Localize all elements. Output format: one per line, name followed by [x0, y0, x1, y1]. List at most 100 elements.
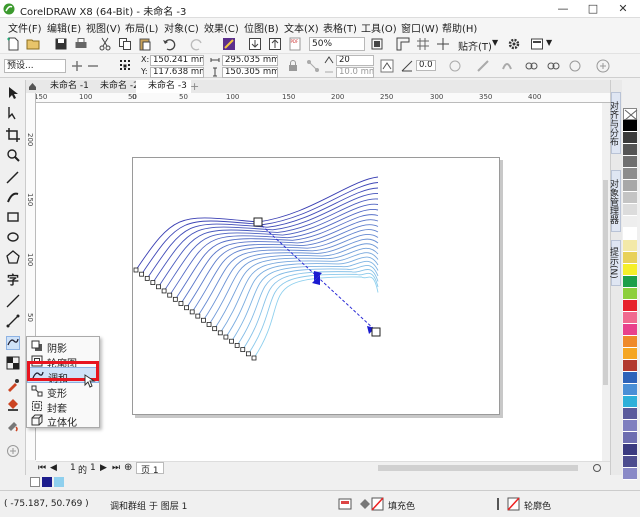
docker-tab-align-distribute[interactable]: 对齐与分布: [608, 92, 621, 154]
tab-document-2[interactable]: 未命名 -2: [88, 80, 143, 93]
remove-preset-icon[interactable]: [86, 59, 100, 73]
palette-color-swatch[interactable]: [623, 372, 637, 384]
add-preset-icon[interactable]: [70, 59, 84, 73]
menu-tools[interactable]: 工具(O): [361, 20, 397, 35]
zoom-level-select[interactable]: 50%: [309, 37, 365, 51]
interactive-fill-tool-icon[interactable]: [6, 398, 20, 412]
palette-color-swatch[interactable]: [623, 156, 637, 168]
artistic-media-tool-icon[interactable]: [6, 190, 20, 204]
copy-icon[interactable]: [118, 37, 132, 51]
application-launcher-icon[interactable]: [530, 37, 544, 51]
blend-angle-field[interactable]: 0.0: [416, 60, 436, 71]
menu-file[interactable]: 文件(F): [8, 20, 42, 35]
eyedropper-tool-icon[interactable]: [6, 378, 20, 392]
palette-color-swatch[interactable]: [623, 348, 637, 360]
new-tab-plus-icon[interactable]: +: [190, 80, 199, 93]
x-position-field[interactable]: 150.241 mm: [150, 55, 204, 66]
export-icon[interactable]: [268, 37, 282, 51]
transparency-tool-icon[interactable]: [6, 356, 20, 370]
outline-none-indicator-icon[interactable]: [494, 496, 522, 512]
menu-help[interactable]: 帮助(H): [442, 20, 477, 35]
cut-icon[interactable]: [98, 37, 112, 51]
direct-blend-icon[interactable]: [476, 59, 490, 73]
palette-color-swatch[interactable]: [623, 132, 637, 144]
object-width-field[interactable]: 295.035 mm: [222, 55, 278, 66]
show-rulers-icon[interactable]: [396, 37, 410, 51]
copy-blend-icon[interactable]: [568, 59, 582, 73]
tab-document-3[interactable]: 未命名 -3: [136, 80, 191, 93]
full-screen-icon[interactable]: [370, 37, 384, 51]
palette-color-swatch[interactable]: [623, 312, 637, 324]
save-icon[interactable]: [54, 37, 68, 51]
preset-select[interactable]: 预设...: [4, 59, 66, 73]
color-acceleration-icon[interactable]: [546, 59, 560, 73]
docker-tab-object-manager[interactable]: 对象管理器: [608, 170, 621, 232]
palette-color-swatch[interactable]: [623, 324, 637, 336]
new-document-icon[interactable]: [6, 37, 20, 51]
redo-icon[interactable]: [190, 37, 204, 51]
search-content-icon[interactable]: [222, 37, 236, 51]
add-toolbar-icon[interactable]: [596, 59, 610, 73]
close-button[interactable]: ✕: [608, 0, 638, 18]
palette-color-swatch[interactable]: [623, 276, 637, 288]
crop-tool-icon[interactable]: [6, 128, 20, 142]
welcome-home-icon[interactable]: [28, 82, 37, 91]
launcher-dropdown-arrow-icon[interactable]: ▼: [546, 38, 552, 47]
add-page-icon[interactable]: ⊕: [124, 462, 132, 473]
palette-color-swatch[interactable]: [623, 360, 637, 372]
menu-item-drop-shadow[interactable]: 阴影: [27, 338, 99, 355]
fill-none-indicator-icon[interactable]: [358, 496, 384, 512]
menu-edit[interactable]: 编辑(E): [47, 20, 81, 35]
document-palette-swatch[interactable]: [42, 477, 52, 487]
palette-color-swatch[interactable]: [623, 444, 637, 456]
palette-color-swatch[interactable]: [623, 336, 637, 348]
freehand-tool-icon[interactable]: [6, 170, 20, 184]
horizontal-scrollbar-thumb[interactable]: [378, 465, 578, 471]
current-page-number[interactable]: 1: [70, 463, 76, 473]
document-palette-none-swatch[interactable]: [30, 477, 40, 487]
palette-color-swatch[interactable]: [623, 420, 637, 432]
print-icon[interactable]: [74, 37, 88, 51]
prev-page-icon[interactable]: ◀: [50, 463, 57, 473]
ellipse-tool-icon[interactable]: [6, 230, 20, 244]
palette-color-swatch[interactable]: [623, 204, 637, 216]
palette-color-swatch[interactable]: [623, 432, 637, 444]
polygon-tool-icon[interactable]: [6, 250, 20, 264]
publish-pdf-icon[interactable]: PDF: [288, 37, 302, 51]
snap-to-menu[interactable]: 贴齐(T): [458, 38, 492, 53]
smart-fill-tool-icon[interactable]: [6, 418, 20, 432]
add-tool-plus-icon[interactable]: [6, 444, 20, 458]
last-page-icon[interactable]: ⏭: [112, 463, 120, 473]
palette-color-swatch[interactable]: [623, 264, 637, 276]
menu-text[interactable]: 文本(X): [284, 20, 319, 35]
palette-color-swatch[interactable]: [623, 288, 637, 300]
y-position-field[interactable]: 117.638 mm: [150, 67, 204, 78]
import-icon[interactable]: [248, 37, 262, 51]
blend-tool-icon[interactable]: [6, 336, 20, 350]
accelerate-objects-icon[interactable]: [380, 59, 394, 73]
zoom-tool-icon[interactable]: [6, 148, 20, 162]
first-page-icon[interactable]: ⏮: [38, 463, 46, 473]
lock-ratio-icon[interactable]: [286, 59, 300, 73]
object-height-field[interactable]: 150.305 mm: [222, 67, 278, 78]
minimize-button[interactable]: —: [548, 0, 578, 18]
no-color-swatch-icon[interactable]: [623, 108, 638, 121]
maximize-button[interactable]: □: [578, 0, 608, 18]
snap-dropdown-arrow-icon[interactable]: ▼: [492, 38, 498, 47]
rectangle-tool-icon[interactable]: [6, 210, 20, 224]
palette-color-swatch[interactable]: [623, 396, 637, 408]
shape-tool-icon[interactable]: [6, 106, 20, 120]
menu-object[interactable]: 对象(C): [164, 20, 199, 35]
object-acceleration-icon[interactable]: [524, 59, 538, 73]
text-tool-icon[interactable]: 字: [6, 272, 20, 286]
zoom-navigator-icon[interactable]: [592, 463, 603, 474]
pick-tool-icon[interactable]: [6, 86, 20, 100]
paste-icon[interactable]: [138, 37, 152, 51]
blend-spacing-field[interactable]: 10.0 mm: [336, 67, 374, 78]
palette-color-swatch[interactable]: [623, 120, 637, 132]
menu-window[interactable]: 窗口(W): [401, 20, 439, 35]
palette-color-swatch[interactable]: [623, 300, 637, 312]
palette-color-swatch[interactable]: [623, 216, 637, 228]
tab-document-1[interactable]: 未命名 -1: [38, 80, 93, 93]
next-page-icon[interactable]: ▶: [100, 463, 107, 473]
